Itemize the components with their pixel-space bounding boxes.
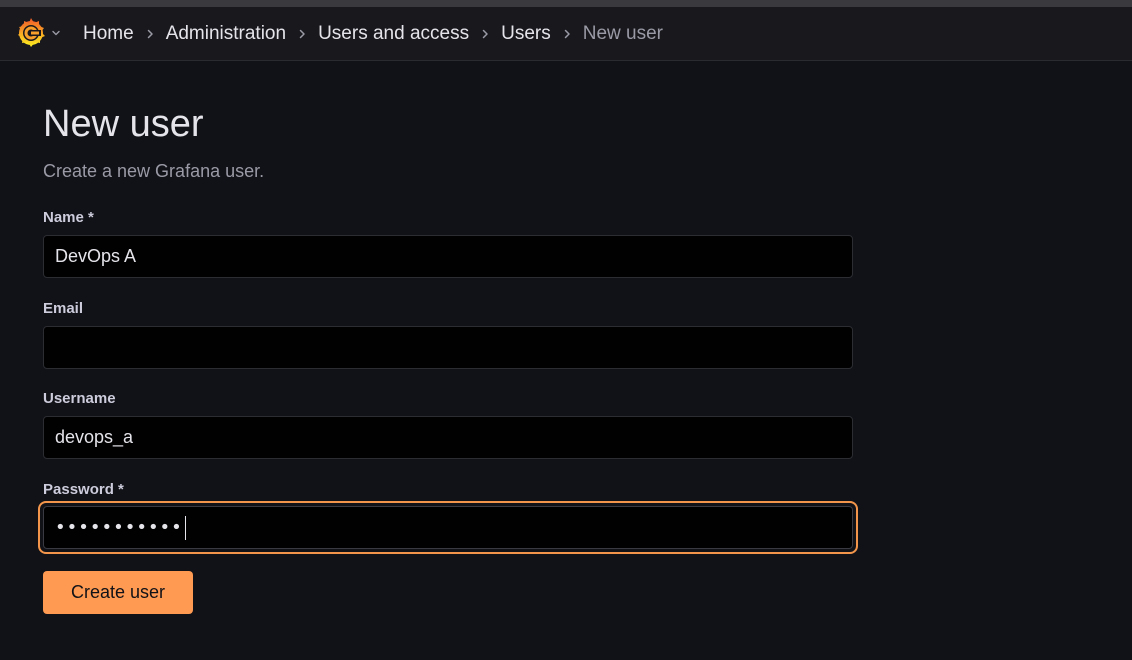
- chevron-right-icon: [290, 21, 314, 47]
- name-input[interactable]: [43, 235, 853, 278]
- breadcrumb-new-user: New user: [582, 23, 663, 44]
- breadcrumb: Home Administration Users and access Use…: [83, 21, 663, 47]
- password-masked-value: •••••••••••: [55, 517, 183, 538]
- username-input[interactable]: [43, 416, 853, 459]
- grafana-logo-icon[interactable]: [15, 17, 47, 49]
- breadcrumb-users[interactable]: Users: [501, 23, 551, 45]
- window-top-strip: [0, 0, 1132, 7]
- email-input[interactable]: [43, 326, 853, 369]
- chevron-down-icon[interactable]: [50, 26, 62, 38]
- page-title: New user: [43, 103, 204, 145]
- chevron-right-icon: [555, 21, 579, 47]
- page-subtitle: Create a new Grafana user.: [43, 161, 265, 181]
- breadcrumb-home[interactable]: Home: [83, 23, 134, 45]
- username-field-label: Username: [43, 390, 116, 407]
- text-caret: [184, 515, 186, 540]
- password-focus-ring: •••••••••••: [38, 501, 858, 554]
- chevron-right-icon: [138, 21, 162, 47]
- password-input[interactable]: •••••••••••: [43, 506, 853, 549]
- breadcrumb-users-and-access[interactable]: Users and access: [318, 23, 469, 45]
- chevron-right-icon: [473, 21, 497, 47]
- create-user-button[interactable]: Create user: [43, 571, 193, 614]
- breadcrumb-administration[interactable]: Administration: [166, 23, 286, 45]
- email-field-label: Email: [43, 300, 84, 317]
- password-field-label: Password *: [43, 481, 124, 498]
- name-field-label: Name *: [43, 209, 94, 226]
- top-navigation-bar: Home Administration Users and access Use…: [0, 7, 1132, 61]
